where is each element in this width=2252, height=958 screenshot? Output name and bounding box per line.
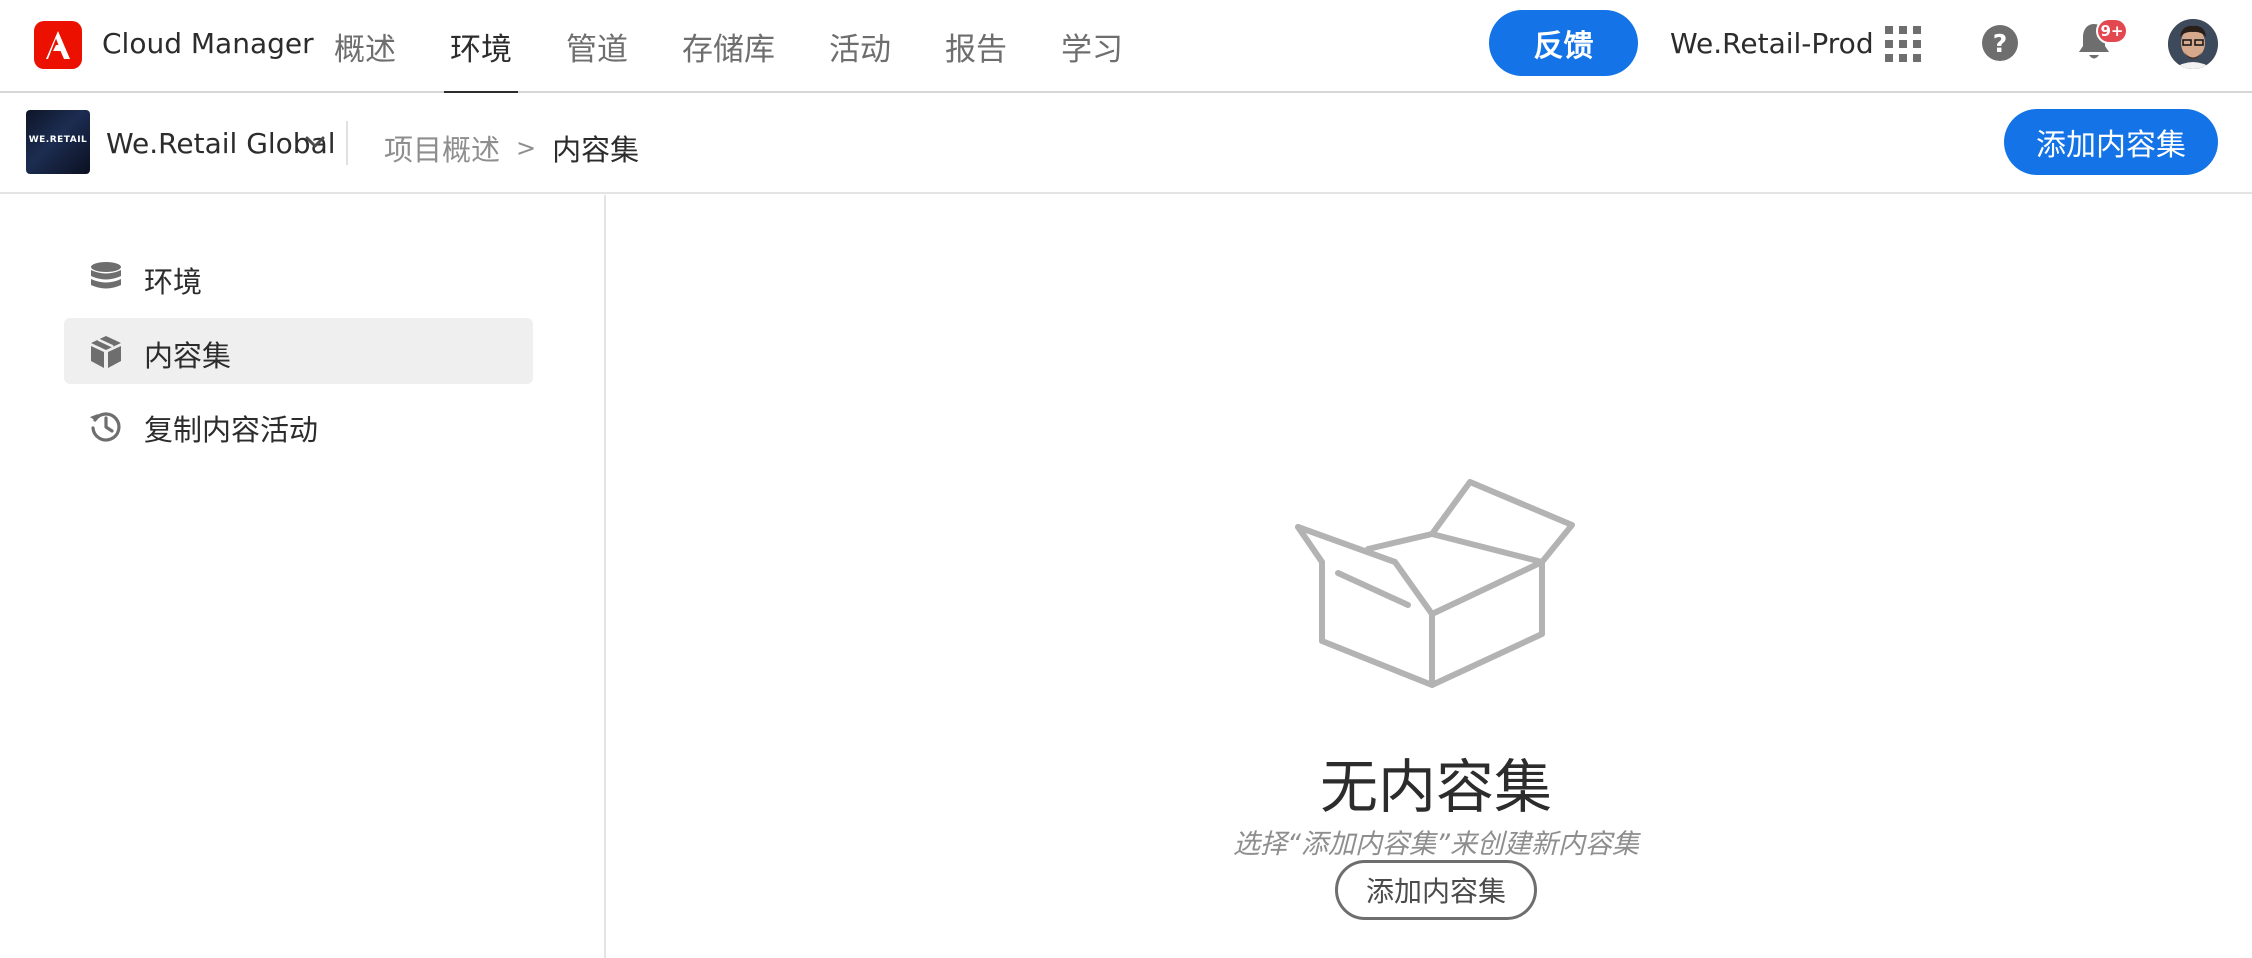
- tab-pipelines[interactable]: 管道: [550, 0, 644, 93]
- top-navigation-bar: Cloud Manager 概述 环境 管道 存储库 活动 报告 学习 反馈 W…: [0, 0, 2252, 95]
- user-avatar[interactable]: [2168, 19, 2218, 69]
- sidebar-item-label: 复制内容活动: [144, 413, 319, 447]
- app-title[interactable]: Cloud Manager: [102, 27, 314, 60]
- adobe-logo-icon[interactable]: [34, 21, 82, 69]
- box-icon: [88, 334, 124, 370]
- chevron-down-icon[interactable]: [304, 131, 326, 153]
- program-header: WE.RETAIL We.Retail Global 项目概述 > 内容集 添加…: [0, 93, 2252, 194]
- program-thumbnail[interactable]: WE.RETAIL: [26, 110, 90, 174]
- environments-sidebar: 环境 内容集 复制内容活动: [0, 195, 606, 958]
- program-thumbnail-logo: WE.RETAIL: [28, 135, 88, 145]
- main-nav-tabs: 概述 环境 管道 存储库 活动 报告 学习: [318, 0, 1161, 95]
- breadcrumb-program-overview[interactable]: 项目概述: [384, 127, 500, 169]
- tab-reports[interactable]: 报告: [929, 0, 1023, 93]
- apps-grid-icon[interactable]: [1885, 26, 1921, 62]
- org-switcher[interactable]: We.Retail-Prod: [1670, 27, 1874, 60]
- empty-state-add-content-set-button[interactable]: 添加内容集: [1335, 860, 1537, 920]
- breadcrumb: 项目概述 > 内容集: [384, 127, 639, 169]
- sidebar-item-label: 内容集: [144, 339, 232, 373]
- notification-count-badge: 9+: [2096, 18, 2128, 44]
- tab-environments[interactable]: 环境: [434, 0, 528, 95]
- tab-activity[interactable]: 活动: [813, 0, 907, 93]
- sidebar-item-label: 环境: [144, 265, 203, 299]
- history-icon: [88, 408, 124, 444]
- sidebar-item-environments[interactable]: 环境: [64, 244, 533, 310]
- open-box-illustration: [1290, 474, 1580, 690]
- empty-state-title: 无内容集: [1319, 753, 1552, 821]
- help-icon[interactable]: ?: [1982, 25, 2018, 61]
- chevron-right-icon: >: [516, 134, 537, 162]
- feedback-button[interactable]: 反馈: [1489, 10, 1638, 76]
- program-switcher[interactable]: We.Retail Global: [106, 127, 336, 160]
- notifications-button[interactable]: 9+: [2076, 18, 2128, 66]
- add-content-set-button[interactable]: 添加内容集: [2004, 109, 2218, 175]
- tab-repositories[interactable]: 存储库: [666, 0, 791, 93]
- tab-overview[interactable]: 概述: [318, 0, 412, 93]
- breadcrumb-content-sets: 内容集: [552, 133, 640, 167]
- sidebar-item-content-sets[interactable]: 内容集: [64, 318, 533, 384]
- empty-state-description: 选择“添加内容集”来创建新内容集: [1233, 829, 1639, 860]
- divider: [346, 121, 348, 165]
- tab-learn[interactable]: 学习: [1045, 0, 1139, 93]
- database-icon: [88, 260, 124, 296]
- sidebar-item-replication-activity[interactable]: 复制内容活动: [64, 392, 533, 458]
